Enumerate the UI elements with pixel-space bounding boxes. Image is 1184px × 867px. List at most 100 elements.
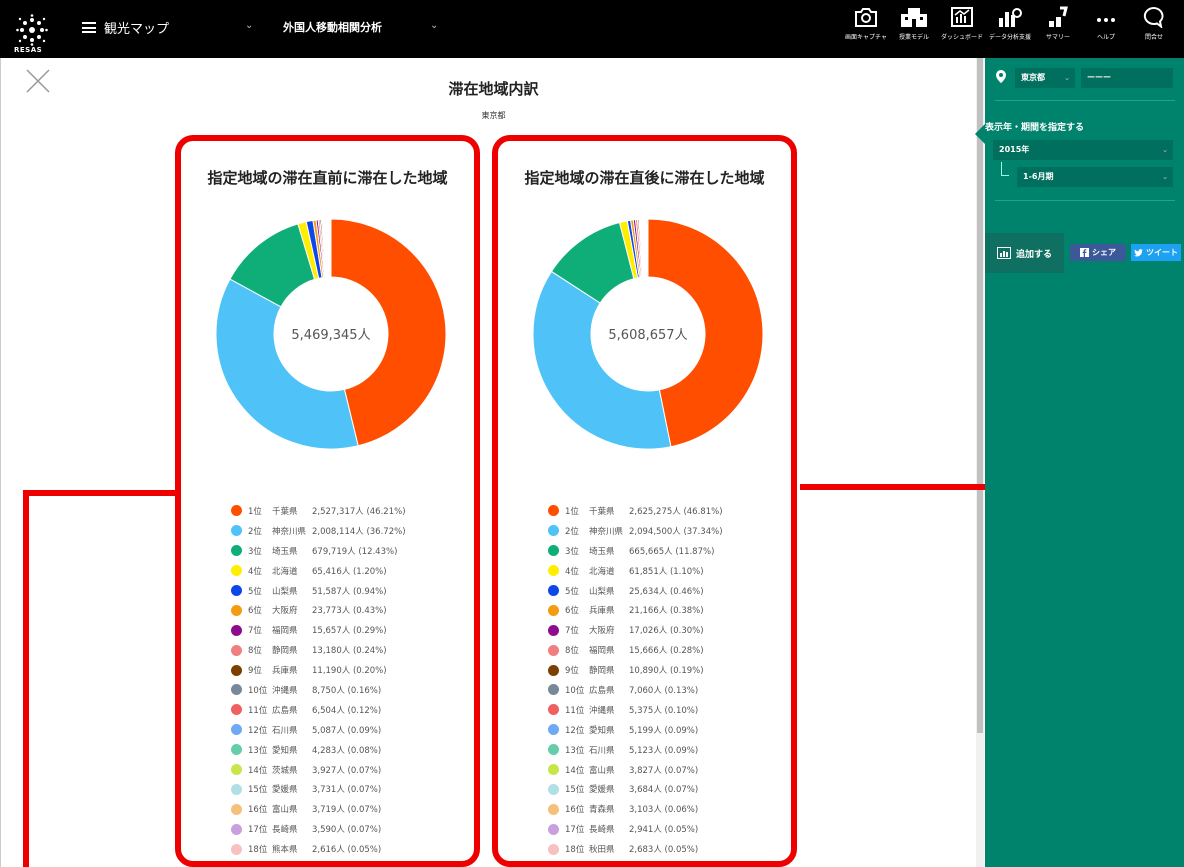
logo-text: RESAS	[14, 46, 43, 54]
chevron-down-icon[interactable]: ⌄	[245, 20, 253, 31]
donut-center-label: 5,469,345人	[291, 328, 370, 343]
annotation-line	[23, 490, 29, 867]
legend-prefecture: 兵庫県	[589, 606, 615, 617]
summary-button[interactable]: サマリー	[1034, 6, 1082, 41]
legend-item[interactable]: 16位 青森県 3,103人 (0.06%)	[548, 799, 723, 819]
legend-dot-icon	[548, 783, 559, 795]
legend-prefecture: 長崎県	[272, 825, 298, 836]
add-chart-icon	[996, 247, 1011, 259]
after-stay-panel: 指定地域の滞在直後に滞在した地域 5,608,657人 1位 千葉県 2,625,2…	[492, 135, 797, 867]
add-button[interactable]: 追加する	[985, 233, 1064, 273]
chart-legend: 1位 千葉県 2,625,275人 (46.81%) 2位 神奈川県 2,094,500人…	[548, 501, 723, 861]
summary-icon	[1049, 6, 1068, 27]
legend-item[interactable]: 13位 石川県 5,123人 (0.09%)	[548, 740, 723, 760]
legend-item[interactable]: 7位 大阪府 17,026人 (0.30%)	[548, 620, 723, 640]
legend-item[interactable]: 12位 石川県 5,087人 (0.09%)	[231, 720, 406, 740]
legend-dot-icon	[231, 863, 242, 867]
legend-item[interactable]: 18位 秋田県 2,683人 (0.05%)	[548, 839, 723, 859]
legend-item[interactable]: 5位 山梨県 51,587人 (0.94%)	[231, 581, 406, 601]
legend-prefecture: 神奈川県	[272, 526, 307, 537]
class-model-button[interactable]: 授業モデル	[890, 6, 938, 41]
legend-item[interactable]: 19位青森県2,545人 (0.05%)	[231, 859, 406, 867]
legend-item[interactable]: 14位 富山県 3,827人 (0.07%)	[548, 760, 723, 780]
legend-item[interactable]: 5位 山梨県 25,634人 (0.46%)	[548, 581, 723, 601]
legend-item[interactable]: 4位 北海道 65,416人 (1.20%)	[231, 561, 406, 581]
scrollbar-thumb[interactable]	[977, 58, 983, 733]
legend-prefecture: 兵庫県	[272, 666, 298, 677]
legend-dot-icon	[548, 545, 559, 557]
legend-value: 5,087人 (0.09%)	[312, 725, 382, 736]
legend-value: 7,060人 (0.13%)	[629, 685, 699, 696]
legend-item[interactable]: 15位 愛媛県 3,684人 (0.07%)	[548, 779, 723, 799]
twitter-share-button[interactable]: ツイート	[1131, 244, 1181, 261]
legend-item[interactable]: 1位 千葉県 2,527,317人 (46.21%)	[231, 501, 406, 521]
legend-dot-icon	[548, 644, 559, 656]
legend-item[interactable]: 13位 愛知県 4,283人 (0.08%)	[231, 740, 406, 760]
main-menu-button[interactable]: 観光マップ	[82, 18, 169, 37]
legend-rank: 4位	[565, 566, 579, 577]
legend-prefecture: 長崎県	[589, 825, 615, 836]
legend-item[interactable]: 6位 大阪府 23,773人 (0.43%)	[231, 600, 406, 620]
city-select[interactable]: ーーー	[1081, 68, 1173, 88]
legend-prefecture: 山梨県	[272, 586, 298, 597]
legend-item[interactable]: 16位 富山県 3,719人 (0.07%)	[231, 799, 406, 819]
donut-slice-神奈川県[interactable]	[216, 278, 359, 449]
contact-button[interactable]: 問合せ	[1130, 6, 1178, 41]
legend-rank: 17位	[248, 825, 268, 836]
donut-chart[interactable]: 5,608,657人	[533, 219, 763, 449]
legend-item[interactable]: 11位 沖縄県 5,375人 (0.10%)	[548, 700, 723, 720]
legend-value: 23,773人 (0.43%)	[312, 606, 387, 617]
legend-prefecture: 青森県	[589, 805, 615, 816]
legend-item[interactable]: 10位 沖縄県 8,750人 (0.16%)	[231, 680, 406, 700]
dashboard-icon	[951, 7, 973, 27]
legend-rank: 5位	[565, 586, 579, 597]
legend-dot-icon	[548, 843, 559, 855]
legend-item[interactable]: 6位 兵庫県 21,166人 (0.38%)	[548, 600, 723, 620]
year-select[interactable]: 2015年 ⌄	[993, 140, 1173, 160]
term-select[interactable]: 1-6月期 ⌄	[1017, 167, 1173, 187]
prefecture-select[interactable]: 東京都 ⌄	[1015, 68, 1075, 88]
legend-item[interactable]: 17位 長崎県 2,941人 (0.05%)	[548, 819, 723, 839]
legend-value: 11,190人 (0.20%)	[312, 666, 387, 677]
legend-rank: 19位	[248, 863, 272, 867]
legend-rank: 15位	[248, 785, 268, 796]
data-analysis-button[interactable]: データ分析支援	[986, 6, 1034, 41]
chevron-down-icon: ⌄	[1162, 173, 1168, 181]
top-bar: RESAS 観光マップ ⌄ 外国人移動相関分析 ⌄ 画面キャプチャ 授業モデル …	[0, 0, 1184, 58]
chevron-down-icon[interactable]: ⌄	[430, 20, 438, 31]
legend-rank: 6位	[248, 606, 262, 617]
capture-button[interactable]: 画面キャプチャ	[842, 6, 890, 41]
legend-item[interactable]: 3位 埼玉県 665,665人 (11.87%)	[548, 541, 723, 561]
legend-item[interactable]: 19位鹿児島県2,593人 (0.05%)	[548, 859, 723, 861]
sub-menu-label[interactable]: 外国人移動相関分析	[283, 19, 382, 35]
facebook-share-button[interactable]: シェア	[1070, 244, 1126, 261]
legend-item[interactable]: 9位 静岡県 10,890人 (0.19%)	[548, 660, 723, 680]
legend-item[interactable]: 11位 広島県 6,504人 (0.12%)	[231, 700, 406, 720]
dashboard-button[interactable]: ダッシュボード	[938, 6, 986, 41]
legend-item[interactable]: 8位 静岡県 13,180人 (0.24%)	[231, 640, 406, 660]
legend-item[interactable]: 7位 福岡県 15,657人 (0.29%)	[231, 620, 406, 640]
legend-item[interactable]: 2位 神奈川県 2,008,114人 (36.72%)	[231, 521, 406, 541]
legend-item[interactable]: 9位 兵庫県 11,190人 (0.20%)	[231, 660, 406, 680]
period-label: 表示年・期間を指定する	[985, 123, 1085, 133]
legend-prefecture: 千葉県	[272, 506, 298, 517]
legend-rank: 16位	[248, 805, 268, 816]
legend-value: 3,590人 (0.07%)	[312, 825, 382, 836]
legend-dot-icon	[548, 664, 559, 676]
legend-item[interactable]: 2位 神奈川県 2,094,500人 (37.34%)	[548, 521, 723, 541]
legend-item[interactable]: 4位 北海道 61,851人 (1.10%)	[548, 561, 723, 581]
hamburger-icon	[82, 22, 96, 33]
legend-item[interactable]: 3位 埼玉県 679,719人 (12.43%)	[231, 541, 406, 561]
legend-item[interactable]: 8位 福岡県 15,666人 (0.28%)	[548, 640, 723, 660]
legend-item[interactable]: 18位 熊本県 2,616人 (0.05%)	[231, 839, 406, 859]
legend-item[interactable]: 10位 広島県 7,060人 (0.13%)	[548, 680, 723, 700]
legend-item[interactable]: 14位 茨城県 3,927人 (0.07%)	[231, 760, 406, 780]
legend-rank: 8位	[565, 646, 579, 657]
legend-item[interactable]: 15位 愛媛県 3,731人 (0.07%)	[231, 779, 406, 799]
legend-item[interactable]: 17位 長崎県 3,590人 (0.07%)	[231, 819, 406, 839]
help-button[interactable]: ヘルプ	[1082, 6, 1130, 41]
legend-value: 3,684人 (0.07%)	[629, 785, 699, 796]
legend-item[interactable]: 12位 愛知県 5,199人 (0.09%)	[548, 720, 723, 740]
donut-chart[interactable]: 5,469,345人	[216, 219, 446, 449]
legend-item[interactable]: 1位 千葉県 2,625,275人 (46.81%)	[548, 501, 723, 521]
